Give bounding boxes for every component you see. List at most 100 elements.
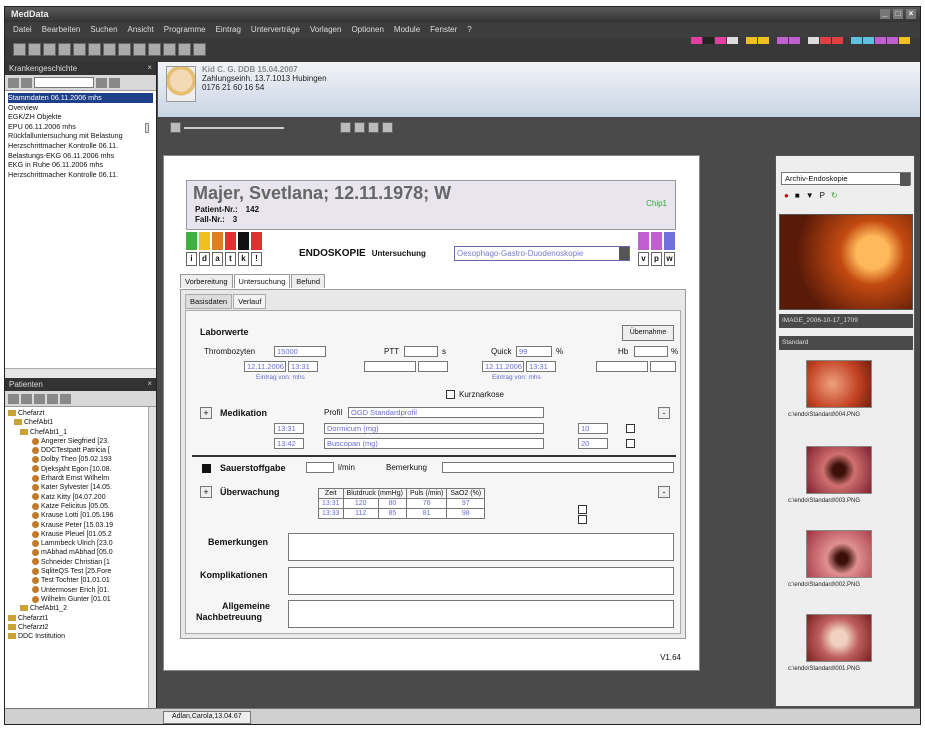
tree-node[interactable]: Kater Sylvester [14.05. <box>8 483 153 492</box>
bemerkungen-textarea[interactable] <box>288 533 674 561</box>
tree-node[interactable]: DDCTestpatt Patricia [ <box>8 446 153 455</box>
menu-datei[interactable]: Datei <box>13 25 32 35</box>
toolbar-icon[interactable] <box>103 43 116 56</box>
tab-vorbereitung[interactable]: Vorbereitung <box>180 274 233 288</box>
table-cell[interactable]: 13:33 <box>318 508 344 519</box>
actual-size-icon[interactable] <box>382 122 393 133</box>
toolbar-icon[interactable] <box>133 43 146 56</box>
menu-bearbeiten[interactable]: Bearbeiten <box>42 25 81 35</box>
ueberwachung-checkbox[interactable] <box>578 515 587 524</box>
tool-icon[interactable] <box>21 77 32 88</box>
tree-node[interactable]: Krause Peter [15.03.19 <box>8 521 153 530</box>
horizontal-scrollbar[interactable] <box>5 368 156 378</box>
hb-field[interactable] <box>634 346 668 357</box>
kurznarkose-checkbox[interactable] <box>446 390 455 399</box>
tree-node[interactable]: Test Tochter [01.01.01 <box>8 576 153 585</box>
tree-node[interactable]: SqliteQS Test [25.Fore <box>8 567 153 576</box>
remove-medikation-button[interactable]: - <box>658 407 670 419</box>
menu-optionen[interactable]: Optionen <box>351 25 383 35</box>
record-icon[interactable]: ● <box>784 191 789 200</box>
menu-ansicht[interactable]: Ansicht <box>128 25 154 35</box>
toolbar-icon[interactable] <box>58 43 71 56</box>
history-filter-select[interactable] <box>34 77 94 88</box>
komplikationen-textarea[interactable] <box>288 567 674 595</box>
tool-icon[interactable] <box>8 77 19 88</box>
sauerstoff-field[interactable] <box>306 462 334 473</box>
thumbnail-image[interactable] <box>806 614 872 662</box>
table-cell[interactable]: 98 <box>446 508 486 519</box>
list-item[interactable]: Herzschrittmacher Kontrolle 06.11. <box>8 141 153 151</box>
med-dose-field[interactable]: 20 <box>578 438 608 449</box>
chevron-down-icon[interactable] <box>619 247 629 260</box>
list-item[interactable]: Belastungs-EKG 06.11.2006 mhs <box>8 151 153 161</box>
flag-alert[interactable]: ! <box>251 232 262 268</box>
toolbar-icon[interactable] <box>178 43 191 56</box>
zoom-slider-thumb[interactable] <box>145 122 149 133</box>
menu-help[interactable]: ? <box>467 25 471 35</box>
thumbnail-image[interactable] <box>806 530 872 578</box>
tree-node[interactable]: ChefAbt1_2 <box>8 604 153 613</box>
tool-icon[interactable] <box>47 393 58 404</box>
exam-select[interactable]: Oesophago-Gastro-Duodenoskopie <box>454 246 630 261</box>
list-item[interactable]: EPU 06.11.2006 mhs <box>8 122 153 132</box>
flag-v[interactable]: v <box>638 232 649 268</box>
stop-icon[interactable]: ■ <box>795 191 800 200</box>
tree-node[interactable]: Krause Pleuel [01.05.2 <box>8 530 153 539</box>
thumbnail-image[interactable] <box>806 446 872 494</box>
open-document-tab[interactable]: Adlan,Carola,13.04.67 <box>163 711 251 724</box>
ueberwachung-checkbox[interactable] <box>578 505 587 514</box>
tree-node[interactable]: Chefarzt1 <box>8 614 153 623</box>
flag-t[interactable]: t <box>225 232 236 268</box>
toolbar-icon[interactable] <box>163 43 176 56</box>
thrombo-field[interactable]: 15000 <box>274 346 326 357</box>
tool-icon[interactable] <box>21 393 32 404</box>
tree-node[interactable]: Djeksjaht Egon [10.08. <box>8 465 153 474</box>
tree-node[interactable]: Katze Felicitus [05.05. <box>8 502 153 511</box>
tree-node[interactable]: ChefAbt1_1 <box>8 428 153 437</box>
tree-node[interactable]: mAbhad mAbhad [05.0 <box>8 548 153 557</box>
menu-suchen[interactable]: Suchen <box>90 25 117 35</box>
list-item[interactable]: EKG in Ruhe 06.11.2006 mhs <box>8 160 153 170</box>
remove-ueberwachung-button[interactable]: - <box>658 486 670 498</box>
minimize-button[interactable]: _ <box>880 9 890 19</box>
tab-untersuchung[interactable]: Untersuchung <box>233 274 291 288</box>
table-cell[interactable]: 76 <box>405 498 448 509</box>
zoom-in-icon[interactable] <box>340 122 351 133</box>
quick-field[interactable]: 99 <box>516 346 552 357</box>
table-cell[interactable]: 120 <box>342 498 379 509</box>
close-button[interactable]: × <box>906 9 916 19</box>
profil-select[interactable]: OGD Standardprofil <box>348 407 544 418</box>
tree-node[interactable]: ChefAbt1 <box>8 418 153 427</box>
med-time-field[interactable]: 13:42 <box>274 438 304 449</box>
list-item[interactable]: Overview <box>8 103 153 113</box>
dropdown-icon[interactable]: ▼ <box>806 191 814 200</box>
tree-node[interactable]: Chefarzt2 <box>8 623 153 632</box>
tree-node[interactable]: Angerer Siegfried [23. <box>8 437 153 446</box>
table-cell[interactable]: 13:31 <box>318 498 344 509</box>
menu-programme[interactable]: Programme <box>164 25 206 35</box>
tool-icon[interactable] <box>8 393 19 404</box>
quick-date-field[interactable]: 12.11.2006 <box>482 361 524 372</box>
med-checkbox[interactable] <box>626 439 635 448</box>
menu-unterverträge[interactable]: Unterverträge <box>251 25 300 35</box>
toolbar-icon[interactable] <box>28 43 41 56</box>
table-cell[interactable]: 97 <box>446 498 486 509</box>
zoom-slider[interactable] <box>184 126 284 129</box>
refresh-icon[interactable]: ↻ <box>831 191 838 200</box>
quick-time-field[interactable]: 13:31 <box>526 361 556 372</box>
list-item[interactable]: Rückfalluntersuchung mit Belastung <box>8 131 153 141</box>
tab-verlauf[interactable]: Verlauf <box>233 294 267 309</box>
menu-vorlagen[interactable]: Vorlagen <box>310 25 342 35</box>
med-dose-field[interactable]: 10 <box>578 423 608 434</box>
tab-befund[interactable]: Befund <box>291 274 326 288</box>
tree-node[interactable]: Untermoser Erich [01. <box>8 586 153 595</box>
flag-a[interactable]: a <box>212 232 223 268</box>
tree-node[interactable]: Wilhelm Gunter [01.01 <box>8 595 153 604</box>
tree-node[interactable]: Schneider Christian [1 <box>8 558 153 567</box>
uebernahme-button[interactable]: Übernahme <box>622 325 674 341</box>
fit-width-icon[interactable] <box>368 122 379 133</box>
tab-basisdaten[interactable]: Basisdaten <box>185 294 233 309</box>
table-cell[interactable]: 85 <box>377 508 407 519</box>
thrombo-time-field[interactable]: 13:31 <box>288 361 318 372</box>
tool-icon[interactable] <box>34 393 45 404</box>
